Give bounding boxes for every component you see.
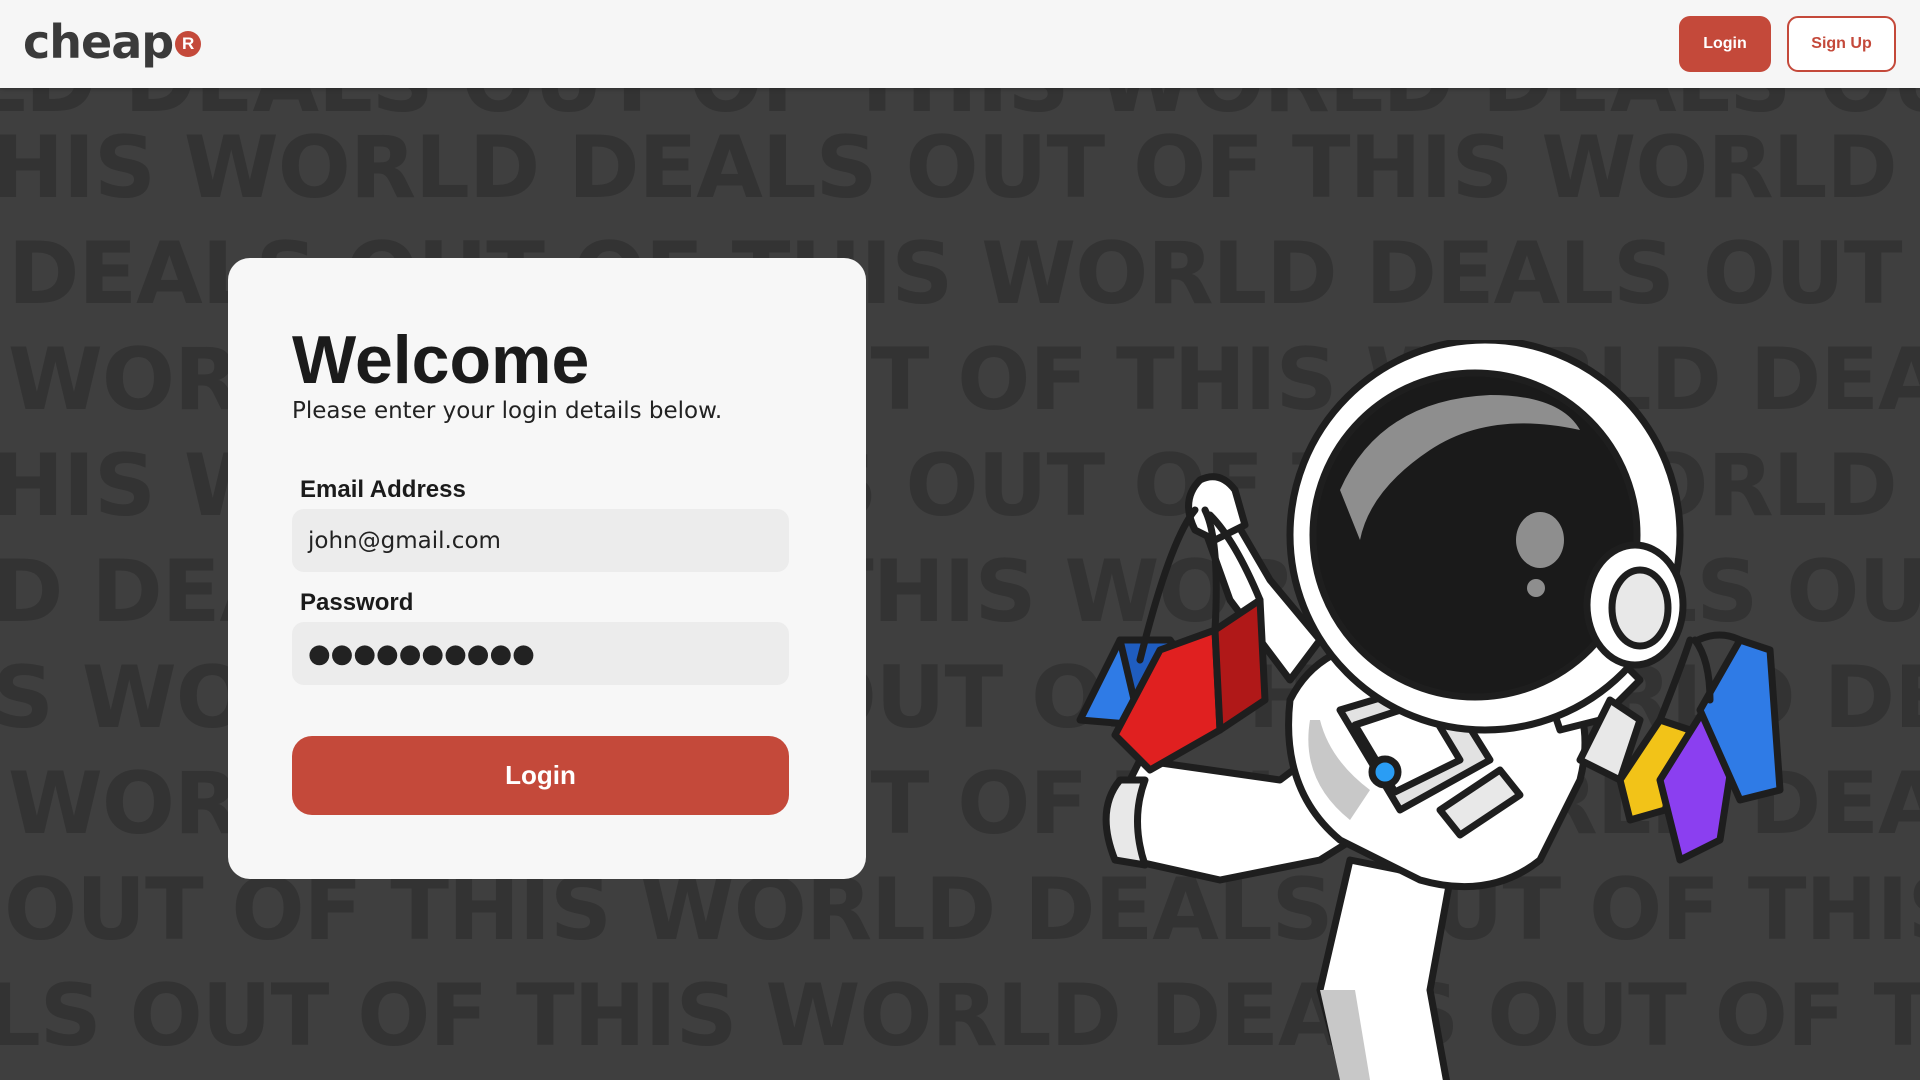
nav-signup-button[interactable]: Sign Up	[1787, 16, 1896, 72]
password-field[interactable]: ●●●●●●●●●●	[292, 622, 789, 685]
email-field[interactable]: john@gmail.com	[292, 509, 789, 572]
password-label: Password	[300, 589, 414, 616]
astronaut-shopping-illustration	[1076, 340, 1784, 1080]
login-submit-button[interactable]: Login	[292, 736, 789, 815]
logo-registered-badge: R	[175, 31, 202, 57]
page-title: Welcome	[292, 322, 590, 398]
email-label: Email Address	[300, 476, 466, 503]
top-navigation-bar: cheap R Login Sign Up	[0, 0, 1920, 88]
login-instructions: Please enter your login details below.	[292, 398, 723, 424]
brand-logo[interactable]: cheap R	[23, 14, 202, 70]
nav-login-button[interactable]: Login	[1679, 16, 1771, 72]
background-text-row: HIS WORLD DEALS OUT OF THIS WORLD DEALS …	[0, 118, 1920, 218]
login-card: Welcome Please enter your login details …	[228, 258, 866, 879]
logo-wordmark: cheap	[23, 15, 174, 69]
